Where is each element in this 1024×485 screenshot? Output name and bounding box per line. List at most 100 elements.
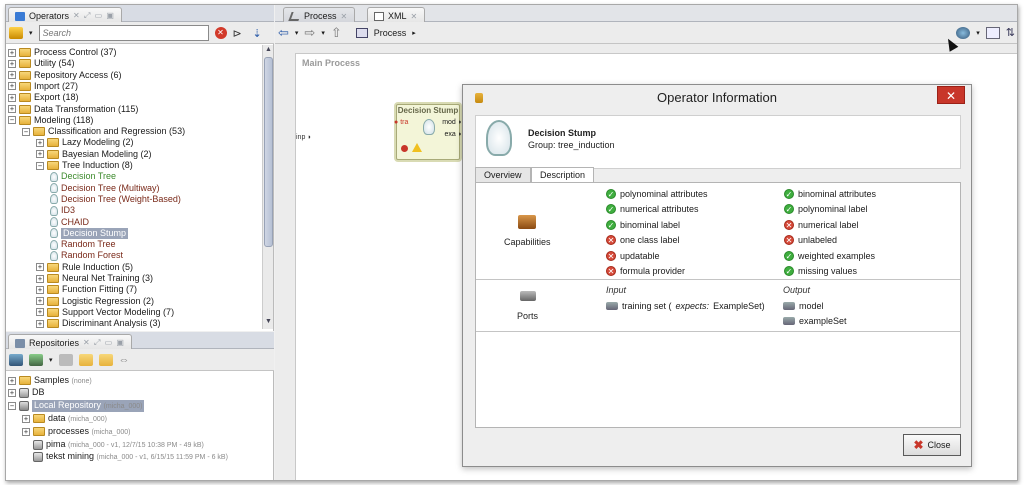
new-folder-icon[interactable] bbox=[98, 353, 113, 366]
tree-operator[interactable]: Random Forest bbox=[50, 250, 123, 261]
tree-operator[interactable]: Decision Tree (Weight-Based) bbox=[50, 194, 181, 205]
expand-toggle-icon[interactable]: + bbox=[36, 263, 44, 272]
tab-xml[interactable]: XML ✕ bbox=[367, 7, 426, 22]
close-button[interactable]: ✖ Close bbox=[903, 434, 961, 456]
tree-operator[interactable]: CHAID bbox=[50, 217, 89, 228]
expand-toggle-icon[interactable]: + bbox=[8, 82, 16, 91]
tree-folder[interactable]: − Classification and Regression (53) bbox=[22, 126, 185, 137]
new-operator-icon[interactable] bbox=[9, 26, 23, 39]
tree-operator[interactable]: ID3 bbox=[50, 205, 75, 216]
expand-toggle-icon[interactable]: + bbox=[8, 93, 16, 102]
repository-item[interactable]: + data (micha_000) bbox=[22, 413, 107, 424]
repository-item[interactable]: + Samples (none) bbox=[8, 375, 92, 386]
filter-icon[interactable]: ⊳ bbox=[233, 27, 247, 40]
tree-folder[interactable]: + Discriminant Analysis (3) bbox=[36, 318, 161, 329]
order-icon[interactable]: ⇅ bbox=[1006, 26, 1015, 39]
tree-folder[interactable]: + Data Transformation (115) bbox=[8, 104, 138, 115]
repository-item[interactable]: − Local Repository (micha_000) bbox=[8, 400, 145, 413]
expand-toggle-icon[interactable]: + bbox=[22, 414, 30, 423]
close-tab-icon[interactable]: ✕ bbox=[411, 12, 419, 21]
refresh-icon[interactable] bbox=[78, 353, 93, 366]
expand-toggle-icon[interactable]: − bbox=[22, 127, 30, 136]
tree-folder[interactable]: + Process Control (37) bbox=[8, 47, 117, 58]
import-icon[interactable] bbox=[29, 353, 43, 366]
close-tab-icon[interactable]: ✕ bbox=[341, 12, 349, 21]
expand-toggle-icon[interactable]: + bbox=[8, 376, 16, 385]
expand-toggle-icon[interactable]: + bbox=[8, 48, 16, 57]
expand-toggle-icon[interactable]: + bbox=[8, 59, 16, 68]
tree-folder[interactable]: + Lazy Modeling (2) bbox=[36, 137, 134, 148]
open-icon[interactable] bbox=[58, 353, 73, 366]
tree-folder[interactable]: + Support Vector Modeling (7) bbox=[36, 307, 174, 318]
dropdown-arrow-icon[interactable]: ▾ bbox=[976, 29, 980, 37]
repository-item[interactable]: + processes (micha_000) bbox=[22, 426, 130, 437]
expand-toggle-icon[interactable]: + bbox=[36, 150, 44, 159]
expand-toggle-icon[interactable]: + bbox=[36, 297, 44, 306]
port-training-in[interactable]: ● tra bbox=[394, 119, 408, 126]
tree-folder[interactable]: + Import (27) bbox=[8, 81, 78, 92]
tab-operators[interactable]: Operators ✕ ⤢ ▭ ▣ bbox=[8, 7, 122, 22]
breadcrumb[interactable]: Process bbox=[374, 28, 407, 38]
tree-operator[interactable]: Decision Stump bbox=[50, 227, 129, 239]
expand-toggle-icon[interactable]: + bbox=[8, 389, 16, 398]
tree-folder[interactable]: + Rule Induction (5) bbox=[36, 262, 133, 273]
tree-operator[interactable]: Decision Tree (Multiway) bbox=[50, 183, 160, 194]
auto-wire-icon[interactable] bbox=[956, 26, 971, 39]
tree-folder[interactable]: + Logistic Regression (2) bbox=[36, 296, 154, 307]
expand-toggle-icon[interactable]: + bbox=[8, 105, 16, 113]
tree-operator[interactable]: Random Tree bbox=[50, 239, 116, 250]
clear-search-icon[interactable]: ✕ bbox=[214, 26, 227, 39]
scroll-thumb[interactable] bbox=[264, 57, 273, 247]
process-input-port[interactable]: inp ◗ bbox=[296, 134, 312, 141]
expand-toggle-icon[interactable]: + bbox=[36, 138, 44, 147]
tree-folder[interactable]: + Repository Access (6) bbox=[8, 70, 122, 81]
tree-folder[interactable]: + Bayesian Modeling (2) bbox=[36, 149, 152, 160]
repository-item[interactable]: pima (micha_000 - v1, 12/7/15 10:38 PM -… bbox=[22, 439, 204, 450]
dropdown-arrow-icon[interactable]: ▾ bbox=[321, 29, 325, 37]
tree-folder[interactable]: − Tree Induction (8) bbox=[36, 160, 133, 171]
add-repository-icon[interactable] bbox=[9, 353, 23, 366]
link-icon[interactable]: ⇔ bbox=[119, 354, 133, 366]
tree-folder[interactable]: + Neural Net Training (3) bbox=[36, 273, 153, 284]
tree-folder[interactable]: + Utility (54) bbox=[8, 58, 75, 69]
port-model-out[interactable]: mod ◗ bbox=[442, 119, 462, 126]
expand-toggle-icon[interactable]: + bbox=[22, 427, 30, 436]
panel-controls-icon[interactable]: ✕ ⤢ ▭ ▣ bbox=[83, 338, 125, 348]
expand-toggle-icon[interactable]: + bbox=[36, 319, 44, 328]
tab-description[interactable]: Description bbox=[531, 167, 595, 183]
forward-arrow-icon[interactable]: ⇨ bbox=[304, 25, 315, 41]
tree-folder[interactable]: − Modeling (118) bbox=[8, 115, 93, 126]
expand-toggle-icon[interactable]: + bbox=[36, 274, 44, 283]
tab-process[interactable]: Process ✕ bbox=[283, 7, 356, 22]
tree-folder[interactable]: + Export (18) bbox=[8, 92, 79, 103]
dropdown-arrow-icon[interactable]: ▾ bbox=[49, 356, 53, 364]
scroll-up-icon[interactable]: ▲ bbox=[264, 46, 273, 56]
expand-toggle-icon[interactable]: + bbox=[8, 71, 16, 80]
tab-overview[interactable]: Overview bbox=[475, 167, 531, 182]
expand-toggle-icon[interactable]: − bbox=[8, 116, 16, 125]
sort-icon[interactable]: ⇣ bbox=[253, 27, 267, 40]
operator-decision-stump[interactable]: Decision Stump ● tra mod ◗ exa ◗ bbox=[394, 104, 462, 160]
tab-repositories[interactable]: Repositories ✕ ⤢ ▭ ▣ bbox=[8, 334, 132, 349]
expand-toggle-icon[interactable]: − bbox=[36, 161, 44, 170]
panel-controls-icon[interactable]: ✕ ⤢ ▭ ▣ bbox=[73, 11, 115, 21]
arrange-icon[interactable] bbox=[985, 26, 1000, 39]
expand-toggle-icon[interactable]: − bbox=[8, 402, 16, 411]
port-example-out[interactable]: exa ◗ bbox=[445, 131, 462, 138]
repository-item[interactable]: tekst mining (micha_000 - v1, 6/15/15 11… bbox=[22, 451, 228, 463]
breadcrumb-arrow-icon[interactable]: ▸ bbox=[412, 29, 416, 37]
back-arrow-icon[interactable]: ⇦ bbox=[278, 25, 289, 41]
expand-toggle-icon[interactable]: + bbox=[36, 308, 44, 317]
dropdown-arrow-icon[interactable]: ▾ bbox=[29, 29, 33, 37]
dialog-close-button[interactable]: ✕ bbox=[937, 86, 965, 104]
operators-tree: + Process Control (37) + Utility (54) + Repos… bbox=[6, 45, 262, 329]
dropdown-arrow-icon[interactable]: ▾ bbox=[295, 29, 299, 37]
search-input[interactable] bbox=[38, 24, 209, 41]
up-arrow-icon[interactable]: ⇧ bbox=[331, 25, 342, 41]
operators-scrollbar[interactable]: ▲ ▼ bbox=[262, 45, 273, 329]
tree-folder[interactable]: + Function Fitting (7) bbox=[36, 284, 137, 295]
scroll-down-icon[interactable]: ▼ bbox=[264, 318, 273, 328]
tree-operator[interactable]: Decision Tree bbox=[50, 171, 116, 182]
expand-toggle-icon[interactable]: + bbox=[36, 285, 44, 294]
repository-item[interactable]: + DB bbox=[8, 387, 45, 399]
